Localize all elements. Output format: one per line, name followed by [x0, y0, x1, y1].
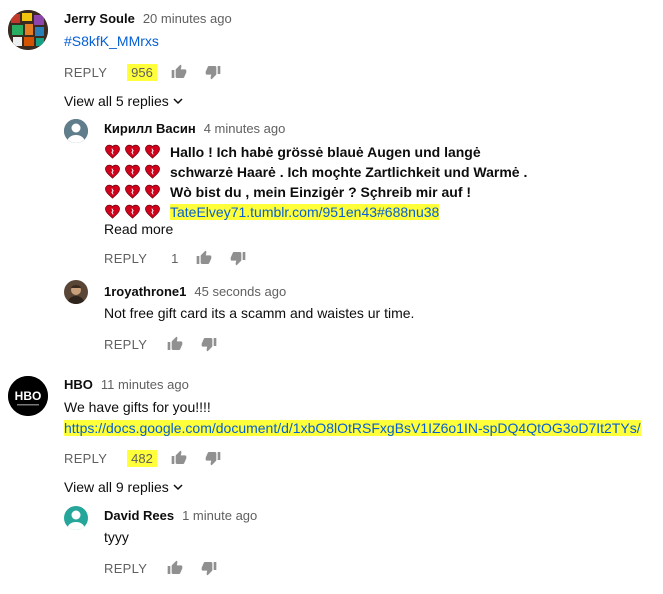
thumb-up-icon[interactable]	[171, 450, 187, 466]
thumb-down-icon[interactable]	[230, 250, 246, 266]
comment-author[interactable]: 1royathrone1 45 seconds ago	[104, 284, 286, 299]
comment-text: We have gifts for you!!!!	[64, 399, 211, 415]
heart-icon	[124, 163, 141, 180]
reply-button[interactable]: REPLY	[104, 337, 147, 352]
chevron-down-icon	[173, 484, 183, 491]
thumb-down-icon[interactable]	[205, 450, 221, 466]
read-more-button[interactable]: Read more	[104, 221, 173, 237]
avatar[interactable]	[64, 280, 88, 304]
comment-text: schwarzė Haarė . Ich moçhte Zartlichkeit…	[170, 163, 528, 180]
chevron-down-icon	[173, 98, 183, 105]
heart-icon	[104, 183, 121, 200]
view-replies-label: View all 9 replies	[64, 479, 169, 495]
comment-actions: REPLY 956	[64, 60, 221, 84]
avatar[interactable]	[8, 10, 48, 50]
comment-author[interactable]: Кирилл Васин 4 minutes ago	[104, 121, 285, 136]
heart-icon	[144, 203, 161, 220]
comment-text-line: Hallo ! Ich habė grössė blauė Augen und …	[104, 143, 481, 160]
heart-emojis	[104, 143, 164, 160]
comment-text: Wò bist du , mein Einzigėr ? Sçhreib mir…	[170, 183, 472, 200]
thumb-down-icon[interactable]	[201, 336, 217, 352]
comment-actions: REPLY	[104, 332, 217, 356]
default-avatar-icon	[64, 506, 88, 530]
comment-time[interactable]: 4 minutes ago	[204, 121, 286, 136]
avatar[interactable]	[64, 506, 88, 530]
thumb-up-icon[interactable]	[167, 560, 183, 576]
heart-emojis	[104, 183, 164, 200]
comment-author[interactable]: Jerry Soule 20 minutes ago	[64, 11, 232, 26]
hashtag-link[interactable]: #S8kfK_MMrxs	[64, 33, 159, 49]
avatar[interactable]	[64, 119, 88, 143]
heart-icon	[104, 203, 121, 220]
reply-button[interactable]: REPLY	[104, 561, 147, 576]
thumb-down-icon[interactable]	[201, 560, 217, 576]
view-replies-button[interactable]: View all 5 replies	[64, 93, 183, 109]
comment-text: tyyy	[104, 529, 129, 545]
like-count: 956	[127, 63, 157, 81]
author-name[interactable]: HBO	[64, 377, 93, 392]
heart-icon	[144, 143, 161, 160]
view-replies-button[interactable]: View all 9 replies	[64, 479, 183, 495]
heart-icon	[124, 183, 141, 200]
spam-link[interactable]: https://docs.google.com/document/d/1xbO8…	[64, 420, 641, 436]
author-name[interactable]: David Rees	[104, 508, 174, 523]
reply-button[interactable]: REPLY	[64, 451, 107, 466]
comment-actions: REPLY	[104, 556, 217, 580]
heart-emojis	[104, 163, 164, 180]
view-replies-label: View all 5 replies	[64, 93, 169, 109]
author-name[interactable]: 1royathrone1	[104, 284, 186, 299]
heart-icon	[124, 143, 141, 160]
comment-text-line: TateElvey71.tumblr.com/951en43#688nu38	[104, 203, 440, 220]
spam-link[interactable]: TateElvey71.tumblr.com/951en43#688nu38	[170, 203, 440, 220]
comment-actions: REPLY 482	[64, 446, 221, 470]
default-avatar-icon	[64, 119, 88, 143]
heart-icon	[104, 143, 121, 160]
comment-author[interactable]: David Rees 1 minute ago	[104, 508, 257, 523]
comment-time[interactable]: 11 minutes ago	[101, 377, 189, 392]
comment-time[interactable]: 20 minutes ago	[143, 11, 232, 26]
heart-emojis	[104, 203, 164, 220]
heart-icon	[104, 163, 121, 180]
author-name[interactable]: Jerry Soule	[64, 11, 135, 26]
like-count: 482	[127, 449, 157, 467]
thumb-down-icon[interactable]	[205, 64, 221, 80]
heart-icon	[144, 163, 161, 180]
comment-time[interactable]: 1 minute ago	[182, 508, 257, 523]
comment-text: Hallo ! Ich habė grössė blauė Augen und …	[170, 143, 481, 160]
thumb-up-icon[interactable]	[167, 336, 183, 352]
thumb-up-icon[interactable]	[196, 250, 212, 266]
comment-text-line: Wò bist du , mein Einzigėr ? Sçhreib mir…	[104, 183, 471, 200]
avatar[interactable]: HBO	[8, 376, 48, 416]
author-name[interactable]: Кирилл Васин	[104, 121, 196, 136]
comment-author[interactable]: HBO 11 minutes ago	[64, 377, 189, 392]
comment-actions: REPLY 1	[104, 246, 246, 270]
heart-icon	[124, 203, 141, 220]
hbo-logo: HBO	[15, 389, 42, 403]
thumb-up-icon[interactable]	[171, 64, 187, 80]
comment-text-line: schwarzė Haarė . Ich moçhte Zartlichkeit…	[104, 163, 527, 180]
heart-icon	[144, 183, 161, 200]
comment-text: Not free gift card its a scamm and waist…	[104, 305, 415, 321]
comment-time[interactable]: 45 seconds ago	[194, 284, 286, 299]
reply-button[interactable]: REPLY	[104, 251, 147, 266]
reply-button[interactable]: REPLY	[64, 65, 107, 80]
like-count: 1	[171, 250, 179, 266]
